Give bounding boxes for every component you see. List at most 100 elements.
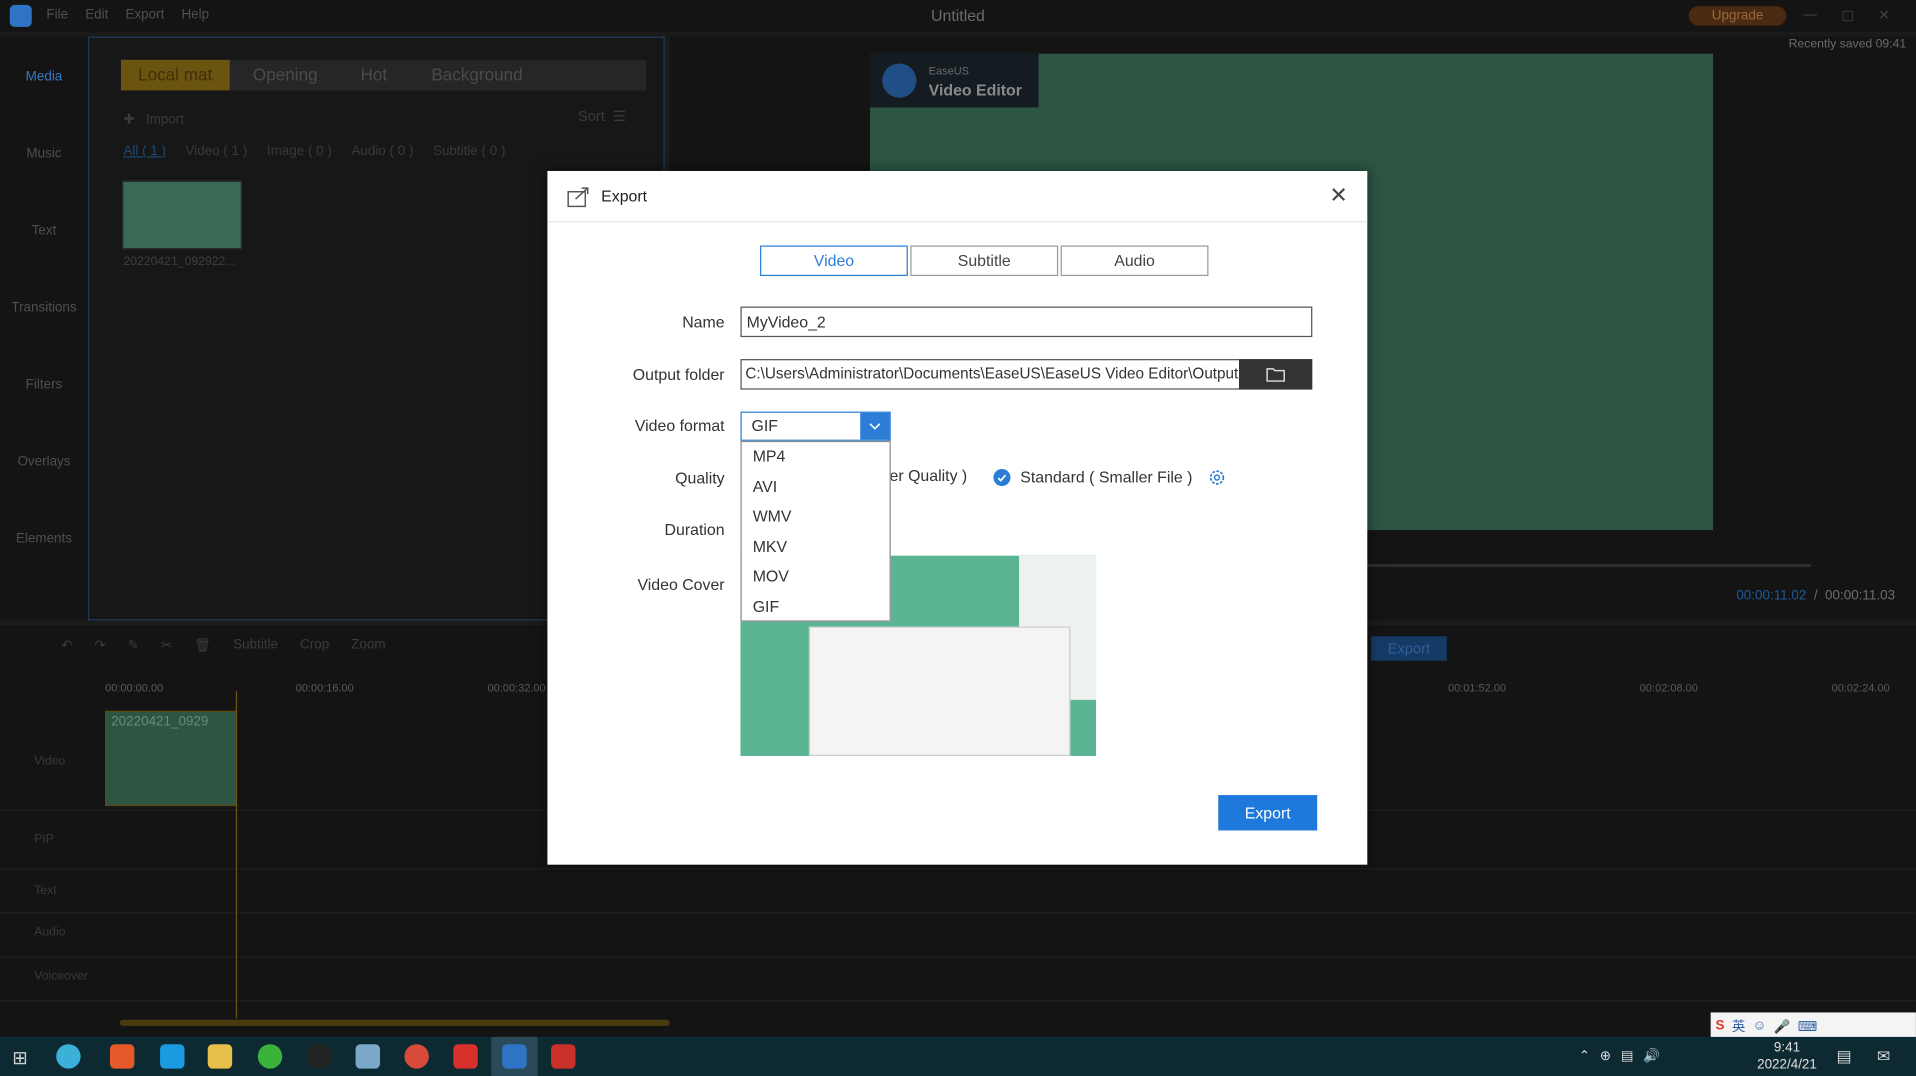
chevron-down-icon[interactable] bbox=[860, 412, 890, 440]
sidebar-item-music[interactable]: Music bbox=[0, 147, 88, 162]
redo-icon[interactable]: ↷ bbox=[94, 638, 105, 654]
notifications-icon[interactable]: ✉ bbox=[1877, 1047, 1890, 1067]
filter-audio[interactable]: Audio ( 0 ) bbox=[351, 144, 413, 159]
cut-icon[interactable]: ✂ bbox=[161, 638, 172, 654]
easeus-video-editor-icon[interactable] bbox=[502, 1044, 527, 1069]
timeline-toolbar: ↶ ↷ ✎ ✂ 🗑 Subtitle Crop Zoom bbox=[61, 638, 385, 654]
close-window-icon[interactable]: ✕ bbox=[1879, 7, 1890, 24]
time-total: 00:00:11.03 bbox=[1825, 588, 1896, 604]
saved-status: Recently saved 09:41 bbox=[1788, 37, 1907, 52]
browser-icon[interactable] bbox=[56, 1044, 81, 1069]
import-icon: ✚ bbox=[123, 112, 135, 128]
sidebar-item-filters[interactable]: Filters bbox=[0, 377, 88, 392]
media-thumbnail-name: 20220421_092922... bbox=[123, 255, 236, 269]
filter-all[interactable]: All ( 1 ) bbox=[123, 144, 166, 159]
system-tray: ⌃ ⊕ ▤ 🔊 bbox=[1579, 1048, 1660, 1064]
ime-mic-icon[interactable]: 🎤 bbox=[1774, 1018, 1791, 1034]
tab-hot[interactable]: Hot bbox=[343, 60, 404, 91]
action-center-icon[interactable]: ▤ bbox=[1837, 1047, 1852, 1067]
taskbar: ⊞ ⌃ ⊕ ▤ 🔊 9:41 2022/4/21 ▤ ✉ bbox=[0, 1036, 1916, 1076]
browse-folder-button[interactable] bbox=[1239, 359, 1313, 390]
window-controls: — ▢ ✕ bbox=[1804, 7, 1890, 23]
tab-audio[interactable]: Audio bbox=[1060, 245, 1209, 277]
chrome-icon[interactable] bbox=[404, 1044, 429, 1069]
ime-emoji-icon[interactable]: ☺ bbox=[1753, 1019, 1767, 1034]
tool-zoom[interactable]: Zoom bbox=[351, 638, 385, 654]
sidebar-item-elements[interactable]: Elements bbox=[0, 531, 88, 546]
sidebar-item-overlays[interactable]: Overlays bbox=[0, 454, 88, 469]
tray-volume-icon[interactable]: 🔊 bbox=[1643, 1048, 1660, 1064]
quality-standard-radio[interactable] bbox=[993, 468, 1011, 487]
windows-start-icon[interactable]: ⊞ bbox=[12, 1047, 27, 1069]
ime-toolbar: S 英 ☺ 🎤 ⌨ bbox=[1710, 1012, 1916, 1040]
tab-video[interactable]: Video bbox=[760, 245, 908, 277]
format-option-mp4[interactable]: MP4 bbox=[742, 442, 890, 472]
filter-image[interactable]: Image ( 0 ) bbox=[267, 144, 332, 159]
recorder-icon[interactable] bbox=[551, 1044, 576, 1069]
format-option-gif[interactable]: GIF bbox=[742, 592, 890, 622]
format-option-avi[interactable]: AVI bbox=[742, 472, 890, 502]
edit-icon[interactable]: ✎ bbox=[128, 638, 139, 654]
skype-icon[interactable] bbox=[160, 1044, 185, 1069]
track-voiceover: Voiceover bbox=[0, 957, 1916, 1002]
tray-network-icon[interactable]: ▤ bbox=[1621, 1048, 1634, 1064]
maximize-icon[interactable]: ▢ bbox=[1841, 7, 1854, 24]
video-format-label: Video format bbox=[634, 416, 725, 435]
tray-chevron-icon[interactable]: ⌃ bbox=[1579, 1048, 1590, 1064]
close-icon[interactable]: ✕ bbox=[1329, 183, 1347, 209]
video-cover-label: Video Cover bbox=[637, 575, 725, 594]
quality-standard-label[interactable]: Standard ( Smaller File ) bbox=[1020, 468, 1192, 486]
export-button[interactable]: Export bbox=[1218, 795, 1318, 831]
dialog-header: Export ✕ bbox=[547, 171, 1368, 223]
tab-local-mat[interactable]: Local mat bbox=[120, 59, 230, 91]
wechat-icon[interactable] bbox=[257, 1044, 283, 1069]
sidebar-item-text[interactable]: Text bbox=[0, 223, 88, 238]
timeline-export-button[interactable]: Export bbox=[1370, 636, 1447, 661]
ime-language[interactable]: 英 bbox=[1732, 1016, 1745, 1036]
track-label: PIP bbox=[34, 832, 54, 847]
tab-background[interactable]: Background bbox=[414, 60, 540, 91]
ruler-tick: 00:02:24.00 bbox=[1831, 681, 1890, 694]
delete-icon[interactable]: 🗑 bbox=[194, 638, 211, 654]
qq-icon[interactable] bbox=[306, 1044, 332, 1069]
ime-keyboard-icon[interactable]: ⌨ bbox=[1798, 1018, 1817, 1034]
app-orange-icon[interactable] bbox=[109, 1044, 135, 1069]
format-option-mkv[interactable]: MKV bbox=[742, 532, 890, 562]
name-input[interactable]: MyVideo_2 bbox=[740, 306, 1313, 338]
output-folder-input[interactable]: C:\Users\Administrator\Documents\EaseUS\… bbox=[740, 359, 1240, 390]
notes-icon[interactable] bbox=[355, 1044, 381, 1069]
gear-icon[interactable] bbox=[1207, 468, 1227, 488]
filter-video[interactable]: Video ( 1 ) bbox=[186, 144, 248, 159]
timeline-scrollbar[interactable] bbox=[119, 1019, 670, 1026]
format-option-wmv[interactable]: WMV bbox=[742, 502, 890, 532]
undo-icon[interactable]: ↶ bbox=[61, 638, 72, 654]
sort-label: Sort bbox=[577, 107, 605, 125]
import-button[interactable]: ✚ Import bbox=[123, 111, 184, 127]
playhead[interactable] bbox=[235, 691, 238, 1019]
video-format-select[interactable]: GIF bbox=[740, 411, 891, 441]
sort-button[interactable]: Sort ☰ bbox=[578, 107, 626, 124]
tool-subtitle[interactable]: Subtitle bbox=[233, 638, 278, 654]
taskbar-clock[interactable]: 9:41 2022/4/21 bbox=[1757, 1039, 1817, 1073]
video-clip[interactable]: 20220421_0929 bbox=[105, 710, 238, 807]
upgrade-button[interactable]: Upgrade bbox=[1688, 6, 1787, 26]
time-separator: / bbox=[1813, 588, 1818, 604]
tool-crop[interactable]: Crop bbox=[300, 638, 329, 654]
preview-progress-track[interactable] bbox=[1366, 564, 1811, 567]
video-format-dropdown: MP4 AVI WMV MKV MOV GIF bbox=[740, 440, 891, 622]
sidebar-item-media[interactable]: Media bbox=[0, 70, 88, 85]
track-label: Voiceover bbox=[34, 969, 88, 984]
wps-icon[interactable] bbox=[453, 1044, 478, 1069]
ime-logo-icon[interactable]: S bbox=[1716, 1019, 1725, 1034]
filter-subtitle[interactable]: Subtitle ( 0 ) bbox=[433, 144, 505, 159]
file-explorer-icon[interactable] bbox=[207, 1044, 233, 1069]
quality-high-option[interactable]: er Quality ) bbox=[890, 467, 968, 485]
tab-subtitle[interactable]: Subtitle bbox=[910, 245, 1059, 277]
sidebar-item-transitions[interactable]: Transitions bbox=[0, 300, 88, 315]
media-thumbnail[interactable] bbox=[122, 180, 242, 250]
tab-opening[interactable]: Opening bbox=[236, 60, 335, 91]
export-icon bbox=[567, 187, 589, 208]
format-option-mov[interactable]: MOV bbox=[742, 562, 890, 592]
tray-plus-icon[interactable]: ⊕ bbox=[1600, 1048, 1611, 1064]
minimize-icon[interactable]: — bbox=[1804, 7, 1817, 23]
